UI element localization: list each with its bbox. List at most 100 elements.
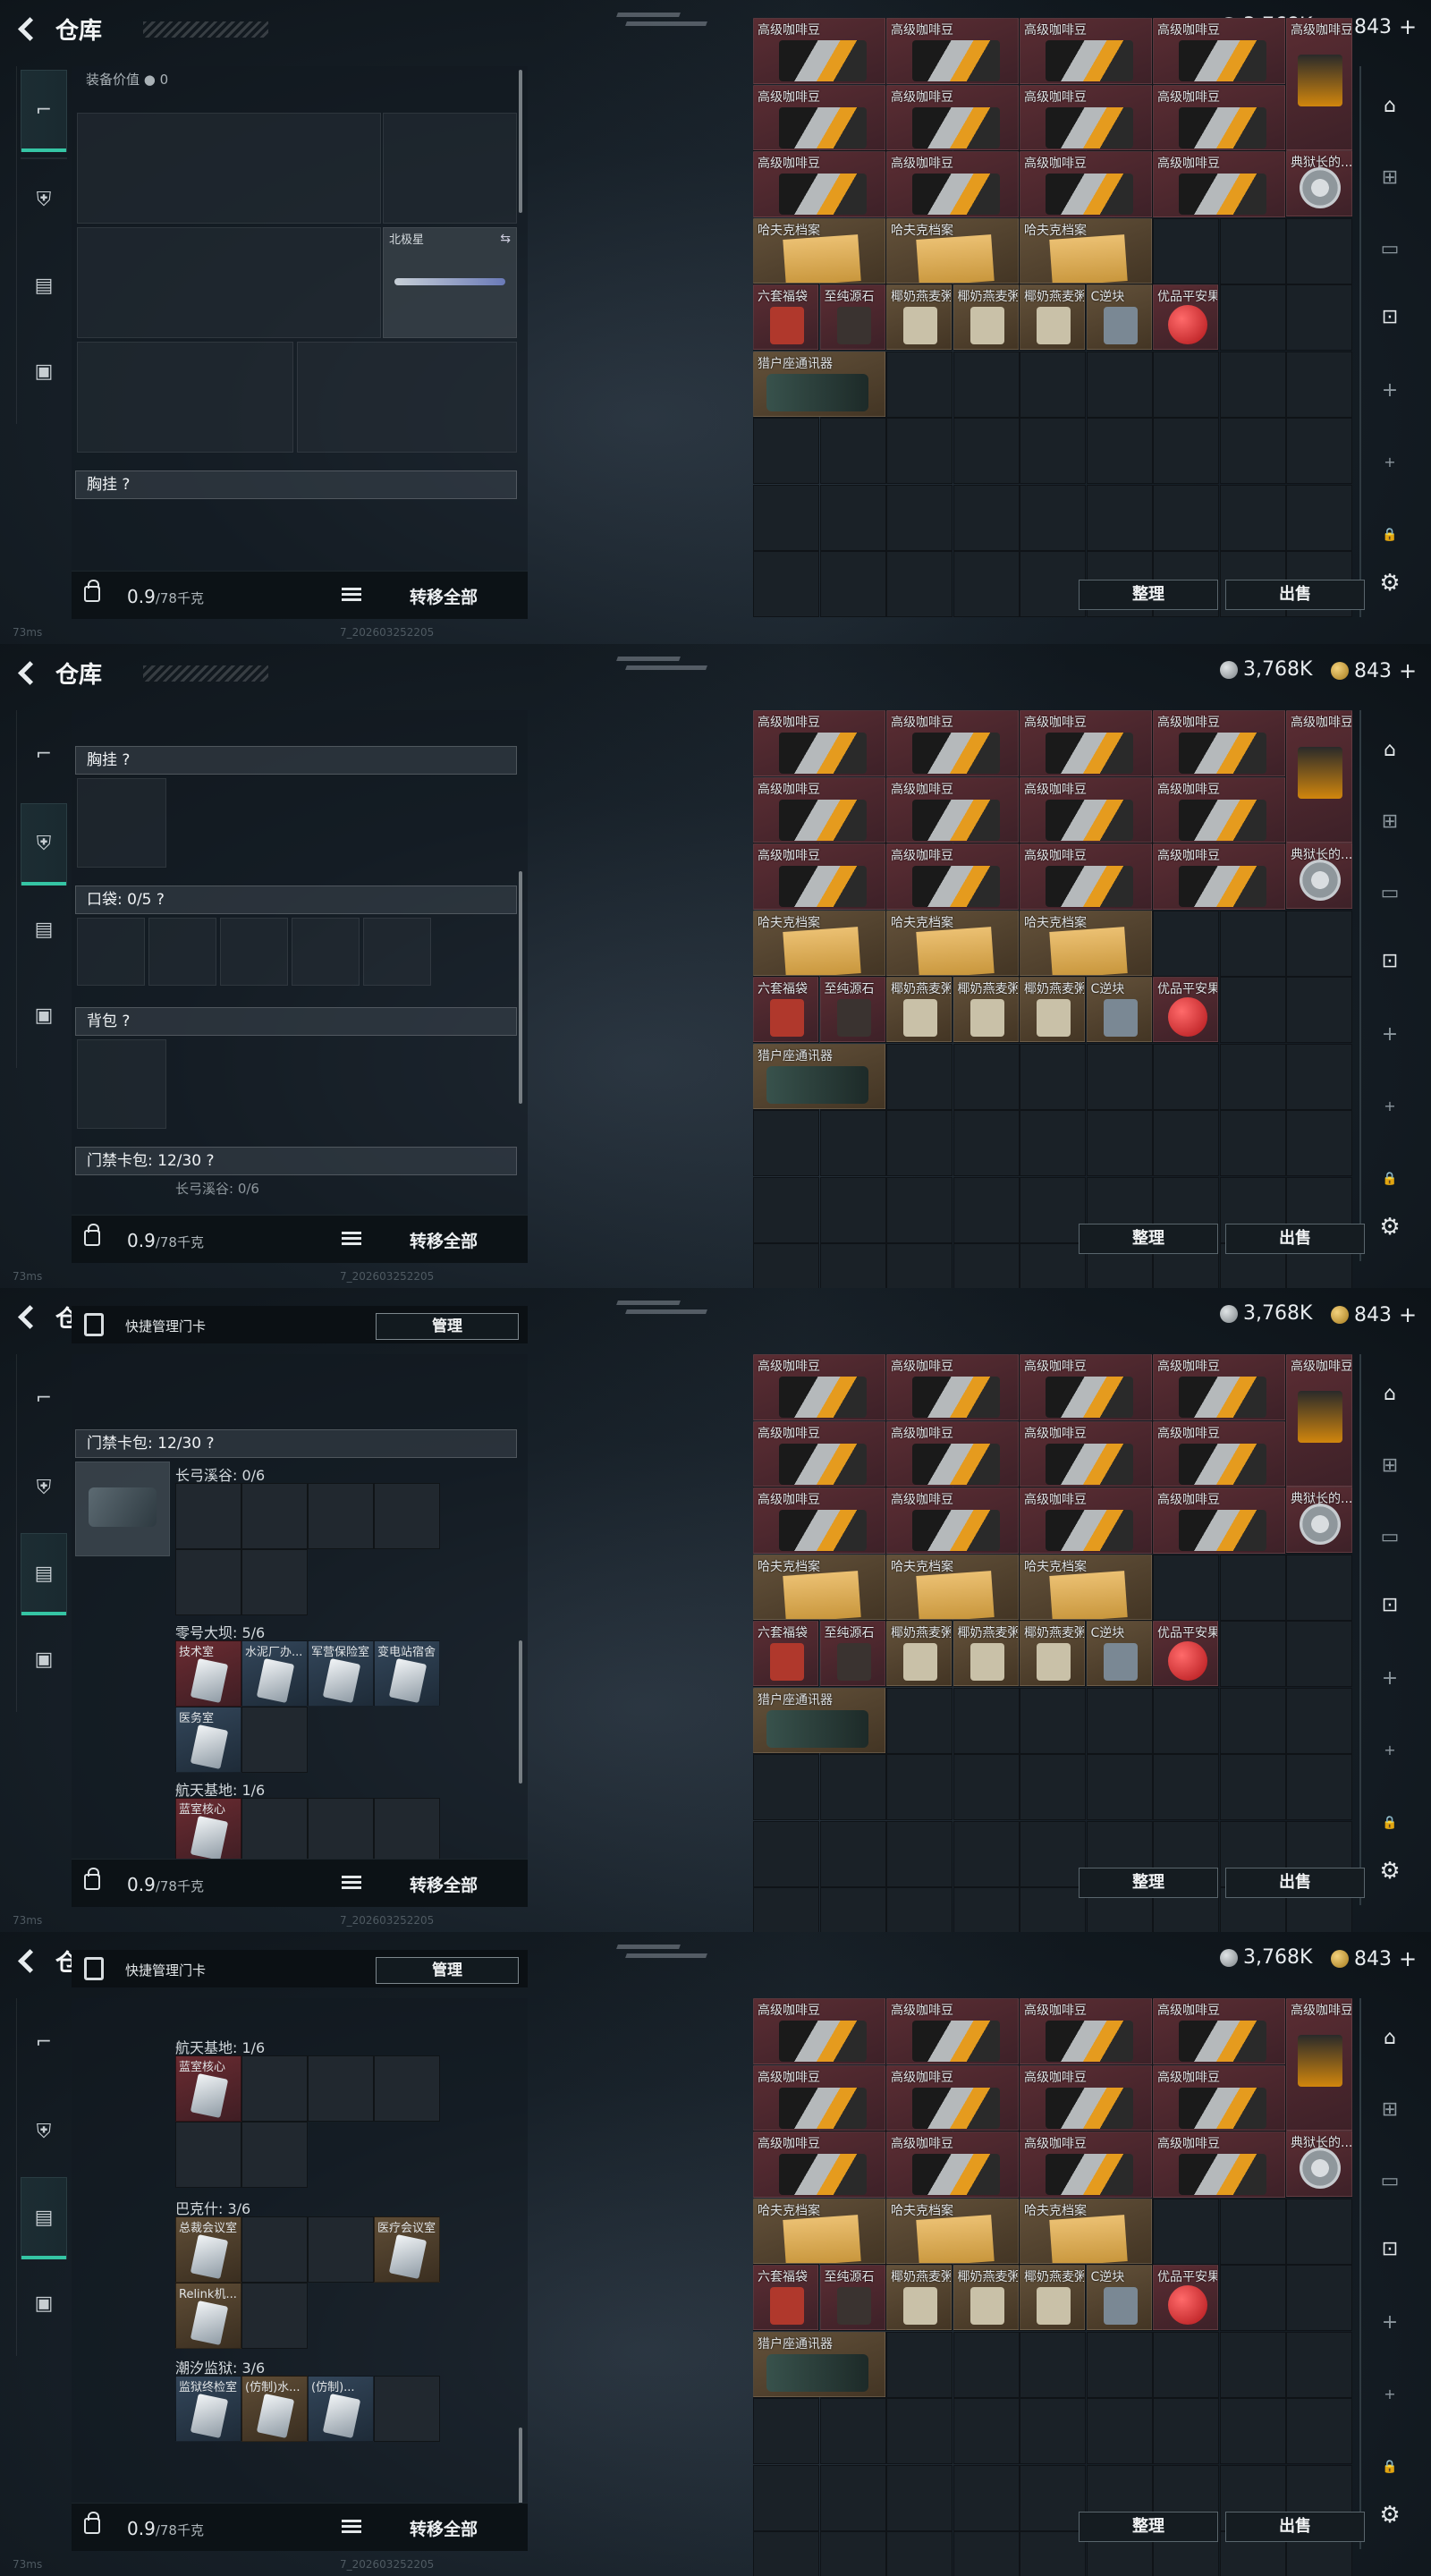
helmet-slot[interactable] bbox=[77, 342, 293, 453]
chest-rig-header[interactable]: 胸挂 ? bbox=[75, 746, 517, 775]
keycard-item[interactable]: 蓝室核心 bbox=[175, 1798, 241, 1864]
stash-cell[interactable] bbox=[819, 1243, 886, 1288]
keycard-case-item[interactable] bbox=[75, 1462, 170, 1556]
keycard-item[interactable]: Relink机... bbox=[175, 2283, 241, 2349]
coffee-item[interactable]: 高级咖啡豆 bbox=[886, 1998, 1019, 2064]
backpack-slot[interactable] bbox=[77, 1039, 166, 1129]
settings-icon[interactable]: ⚙ bbox=[1376, 569, 1404, 597]
nav-keycards[interactable]: ▤ bbox=[21, 245, 67, 327]
stash-cell[interactable] bbox=[1153, 1043, 1219, 1110]
stash-cell[interactable] bbox=[886, 1754, 953, 1820]
coffee-item[interactable]: 高级咖啡豆 bbox=[753, 84, 885, 150]
stash-cell[interactable] bbox=[1020, 1754, 1086, 1820]
coffee-bag-item[interactable]: 高级咖啡豆 bbox=[1286, 710, 1352, 843]
stash-cell[interactable] bbox=[1153, 2198, 1219, 2265]
expand-stash-icon[interactable]: ⊞ bbox=[1376, 2095, 1404, 2123]
nav-keycards[interactable]: ▤ bbox=[21, 889, 67, 971]
nav-bag[interactable]: ▣ bbox=[21, 1619, 67, 1701]
coffee-item[interactable]: 高级咖啡豆 bbox=[1020, 18, 1152, 84]
misc-item[interactable]: 椰奶燕麦粥 bbox=[953, 977, 1019, 1042]
radio-item[interactable]: 猎户座通讯器 bbox=[753, 351, 885, 417]
keycard-slot[interactable] bbox=[175, 1549, 241, 1615]
coffee-item[interactable]: 高级咖啡豆 bbox=[886, 1354, 1019, 1420]
stash-cell[interactable] bbox=[819, 1820, 886, 1887]
settings-icon[interactable]: ⚙ bbox=[1376, 1213, 1404, 1241]
misc-item[interactable]: 椰奶燕麦粥 bbox=[886, 1621, 952, 1686]
lock-icon[interactable] bbox=[84, 580, 100, 602]
keycard-case-header[interactable]: 门禁卡包: 12/30 ? bbox=[75, 1429, 517, 1458]
stash-cell[interactable] bbox=[953, 1176, 1020, 1243]
stash-cell[interactable] bbox=[753, 1243, 819, 1288]
haffk-file-item[interactable]: 哈夫克档案 bbox=[1020, 1554, 1152, 1620]
keycard-item[interactable]: 监狱终检室 bbox=[175, 2376, 241, 2442]
scrollbar[interactable] bbox=[519, 70, 522, 213]
coffee-item[interactable]: 高级咖啡豆 bbox=[753, 710, 885, 776]
stash-cell[interactable] bbox=[1153, 418, 1219, 484]
stash-cell[interactable] bbox=[1286, 418, 1352, 484]
coffee-item[interactable]: 高级咖啡豆 bbox=[1020, 843, 1152, 910]
stash-cell[interactable] bbox=[819, 551, 886, 617]
coffee-item[interactable]: 高级咖啡豆 bbox=[753, 843, 885, 910]
list-icon[interactable] bbox=[342, 588, 361, 602]
chest-rig-slot[interactable] bbox=[77, 778, 166, 868]
stash-cell[interactable] bbox=[1219, 1754, 1286, 1820]
stash-cell[interactable] bbox=[1286, 2331, 1352, 2398]
misc-item[interactable]: C逆块 bbox=[1086, 284, 1152, 350]
coffee-item[interactable]: 高级咖啡豆 bbox=[1020, 2064, 1152, 2131]
keycard-item[interactable]: 变电站宿舍 bbox=[374, 1640, 440, 1707]
sell-button[interactable]: 出售 bbox=[1225, 580, 1365, 610]
list-icon[interactable] bbox=[342, 2520, 361, 2534]
stash-cell[interactable] bbox=[1286, 484, 1352, 551]
move-all-button[interactable]: 转移全部 bbox=[410, 1872, 478, 1896]
stash-cell[interactable] bbox=[953, 484, 1020, 551]
stash-cell[interactable] bbox=[819, 1754, 886, 1820]
list-icon[interactable] bbox=[342, 1876, 361, 1890]
stash-cell[interactable] bbox=[1153, 1554, 1219, 1621]
primary-weapon-slot[interactable] bbox=[77, 113, 381, 224]
stash-cell[interactable] bbox=[1219, 1110, 1286, 1176]
manage-button[interactable]: 管理 bbox=[376, 1957, 519, 1984]
stash-cell[interactable] bbox=[1153, 1110, 1219, 1176]
coffee-item[interactable]: 高级咖啡豆 bbox=[753, 776, 885, 843]
coffee-item[interactable]: 高级咖啡豆 bbox=[886, 2064, 1019, 2131]
stash-cell[interactable] bbox=[1020, 2531, 1086, 2576]
warden-item[interactable]: 典狱长的... bbox=[1286, 1487, 1352, 1553]
stash-cell[interactable] bbox=[953, 1754, 1020, 1820]
lock-icon[interactable] bbox=[84, 1868, 100, 1890]
nav-armor[interactable]: ⛨ bbox=[21, 1447, 67, 1530]
expand-stash-icon[interactable]: ⊞ bbox=[1376, 1451, 1404, 1479]
stash-cell[interactable] bbox=[1153, 2331, 1219, 2398]
stash-cell[interactable] bbox=[1219, 1621, 1286, 1687]
coffee-item[interactable]: 高级咖啡豆 bbox=[1153, 710, 1285, 776]
misc-item[interactable]: 椰奶燕麦粥 bbox=[886, 2265, 952, 2330]
stash-cell[interactable] bbox=[953, 551, 1020, 617]
stash-cell[interactable] bbox=[1286, 351, 1352, 418]
stash-cell[interactable] bbox=[953, 1687, 1020, 1754]
coffee-item[interactable]: 高级咖啡豆 bbox=[886, 1420, 1019, 1487]
stash-cell[interactable] bbox=[1020, 1687, 1086, 1754]
coffee-item[interactable]: 高级咖啡豆 bbox=[753, 1420, 885, 1487]
stash-cell[interactable] bbox=[1219, 284, 1286, 351]
haffk-file-item[interactable]: 哈夫克档案 bbox=[886, 910, 1019, 976]
coffee-item[interactable]: 高级咖啡豆 bbox=[1153, 776, 1285, 843]
stash-cell[interactable] bbox=[819, 2398, 886, 2464]
nav-keycards[interactable]: ▤ bbox=[21, 1533, 67, 1615]
stash-cell[interactable] bbox=[1286, 284, 1352, 351]
keycard-item[interactable]: 军营保险室 bbox=[308, 1640, 374, 1707]
stash-cell[interactable] bbox=[1086, 351, 1153, 418]
stash-cell[interactable] bbox=[886, 418, 953, 484]
misc-item[interactable]: 椰奶燕麦粥 bbox=[886, 977, 952, 1042]
stash-cell[interactable] bbox=[886, 2464, 953, 2531]
stash-tab-icon[interactable]: ⌂ bbox=[1376, 2023, 1404, 2052]
stash-cell[interactable] bbox=[1153, 910, 1219, 977]
stash-cell[interactable] bbox=[886, 551, 953, 617]
misc-item[interactable]: 优品平安果 bbox=[1153, 1621, 1218, 1686]
stash-cell[interactable] bbox=[1020, 1176, 1086, 1243]
back-icon[interactable] bbox=[16, 16, 39, 39]
nav-weapons[interactable]: ⌐ bbox=[21, 70, 67, 152]
keycard-slot[interactable] bbox=[241, 1798, 308, 1864]
coffee-item[interactable]: 高级咖啡豆 bbox=[753, 1487, 885, 1554]
misc-item[interactable]: 椰奶燕麦粥 bbox=[1020, 2265, 1085, 2330]
stash-cell[interactable] bbox=[1086, 418, 1153, 484]
plus-small-icon[interactable]: + bbox=[1376, 447, 1404, 476]
